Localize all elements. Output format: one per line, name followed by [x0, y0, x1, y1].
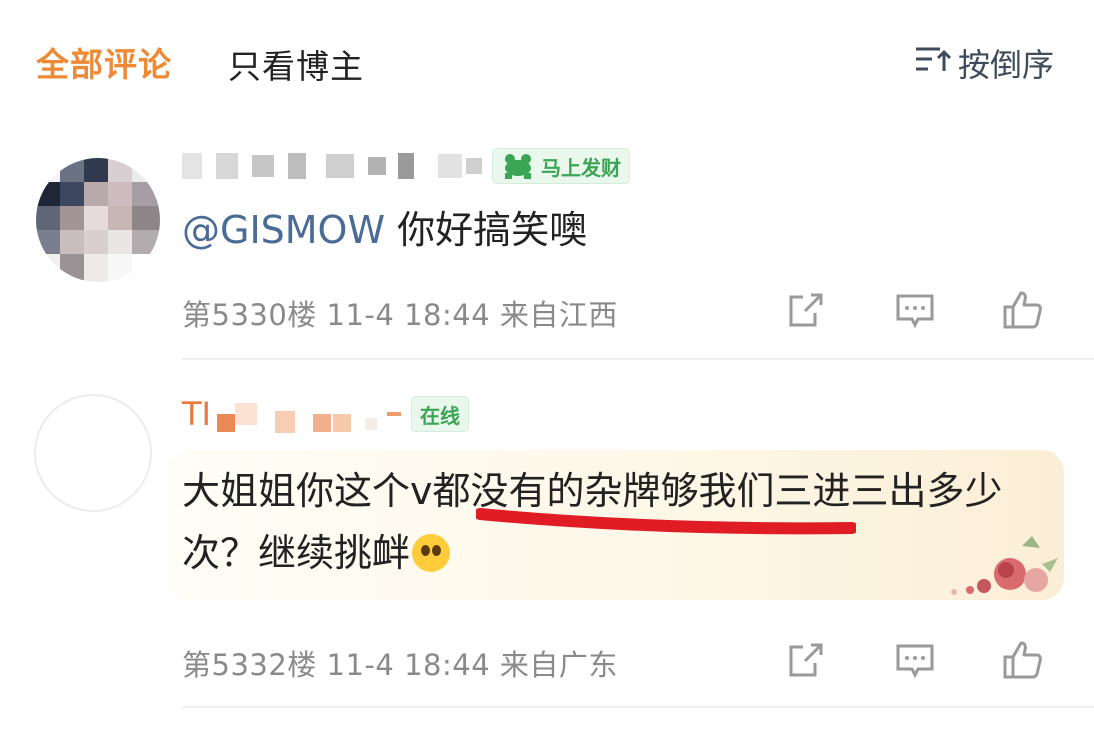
- pleading-face-icon: [412, 534, 451, 572]
- comment-actions: [784, 638, 1094, 684]
- timestamp: 11-4 18:44: [326, 298, 491, 332]
- like-icon[interactable]: [1000, 288, 1046, 334]
- red-underline-annotation: [476, 508, 856, 535]
- sort-button[interactable]: 按倒序: [914, 40, 1054, 86]
- badge-online: 在线: [410, 396, 469, 432]
- reply-icon[interactable]: [892, 638, 938, 684]
- comment-meta: 第5332楼 11-4 18:44 来自广东: [182, 642, 618, 684]
- comment-text: @GISMOW 你好搞笑噢: [182, 206, 587, 254]
- avatar[interactable]: [34, 394, 152, 512]
- badge-label: 马上发财: [541, 155, 621, 180]
- tab-all-comments[interactable]: 全部评论: [36, 38, 172, 86]
- comment-item: TI 在线 大姐姐你这个v都没有的杂牌够我们三进三出多少次？继续挑衅 第5332…: [0, 380, 1094, 710]
- like-icon[interactable]: [1000, 638, 1046, 684]
- tab-blogger-only[interactable]: 只看博主: [228, 40, 364, 88]
- username-mosaic[interactable]: [216, 395, 401, 433]
- divider: [182, 358, 1094, 360]
- avatar[interactable]: [36, 158, 160, 282]
- sort-desc-icon: [914, 43, 958, 83]
- comment-meta: 第5330楼 11-4 18:44 来自江西: [182, 292, 618, 334]
- mention-link[interactable]: @GISMOW: [182, 208, 385, 252]
- comment-tabs: 全部评论 只看博主 按倒序: [0, 0, 1094, 120]
- comment-bubble: 大姐姐你这个v都没有的杂牌够我们三进三出多少次？继续挑衅: [166, 450, 1064, 600]
- comment-body: 你好搞笑噢: [385, 208, 588, 252]
- username-row: TI 在线: [182, 395, 469, 433]
- reply-icon[interactable]: [892, 288, 938, 334]
- frog-icon: [505, 154, 531, 179]
- timestamp: 11-4 18:44: [326, 648, 491, 682]
- username-row: 马上发财: [182, 148, 630, 184]
- floor-number: 第5332楼: [182, 648, 317, 682]
- location: 来自广东: [499, 648, 618, 682]
- sort-label: 按倒序: [958, 46, 1055, 84]
- comment-item: 马上发财 @GISMOW 你好搞笑噢 第5330楼 11-4 18:44 来自江…: [0, 140, 1094, 362]
- username-mosaic[interactable]: [182, 153, 482, 179]
- username-prefix[interactable]: TI: [182, 395, 211, 433]
- badge-lucky: 马上发财: [492, 148, 630, 184]
- repost-icon[interactable]: [784, 638, 830, 684]
- floor-number: 第5330楼: [182, 298, 317, 332]
- divider: [182, 706, 1094, 708]
- comment-actions: [784, 288, 1094, 334]
- repost-icon[interactable]: [784, 288, 830, 334]
- rose-decoration-icon: [951, 536, 1058, 595]
- location: 来自江西: [499, 298, 618, 332]
